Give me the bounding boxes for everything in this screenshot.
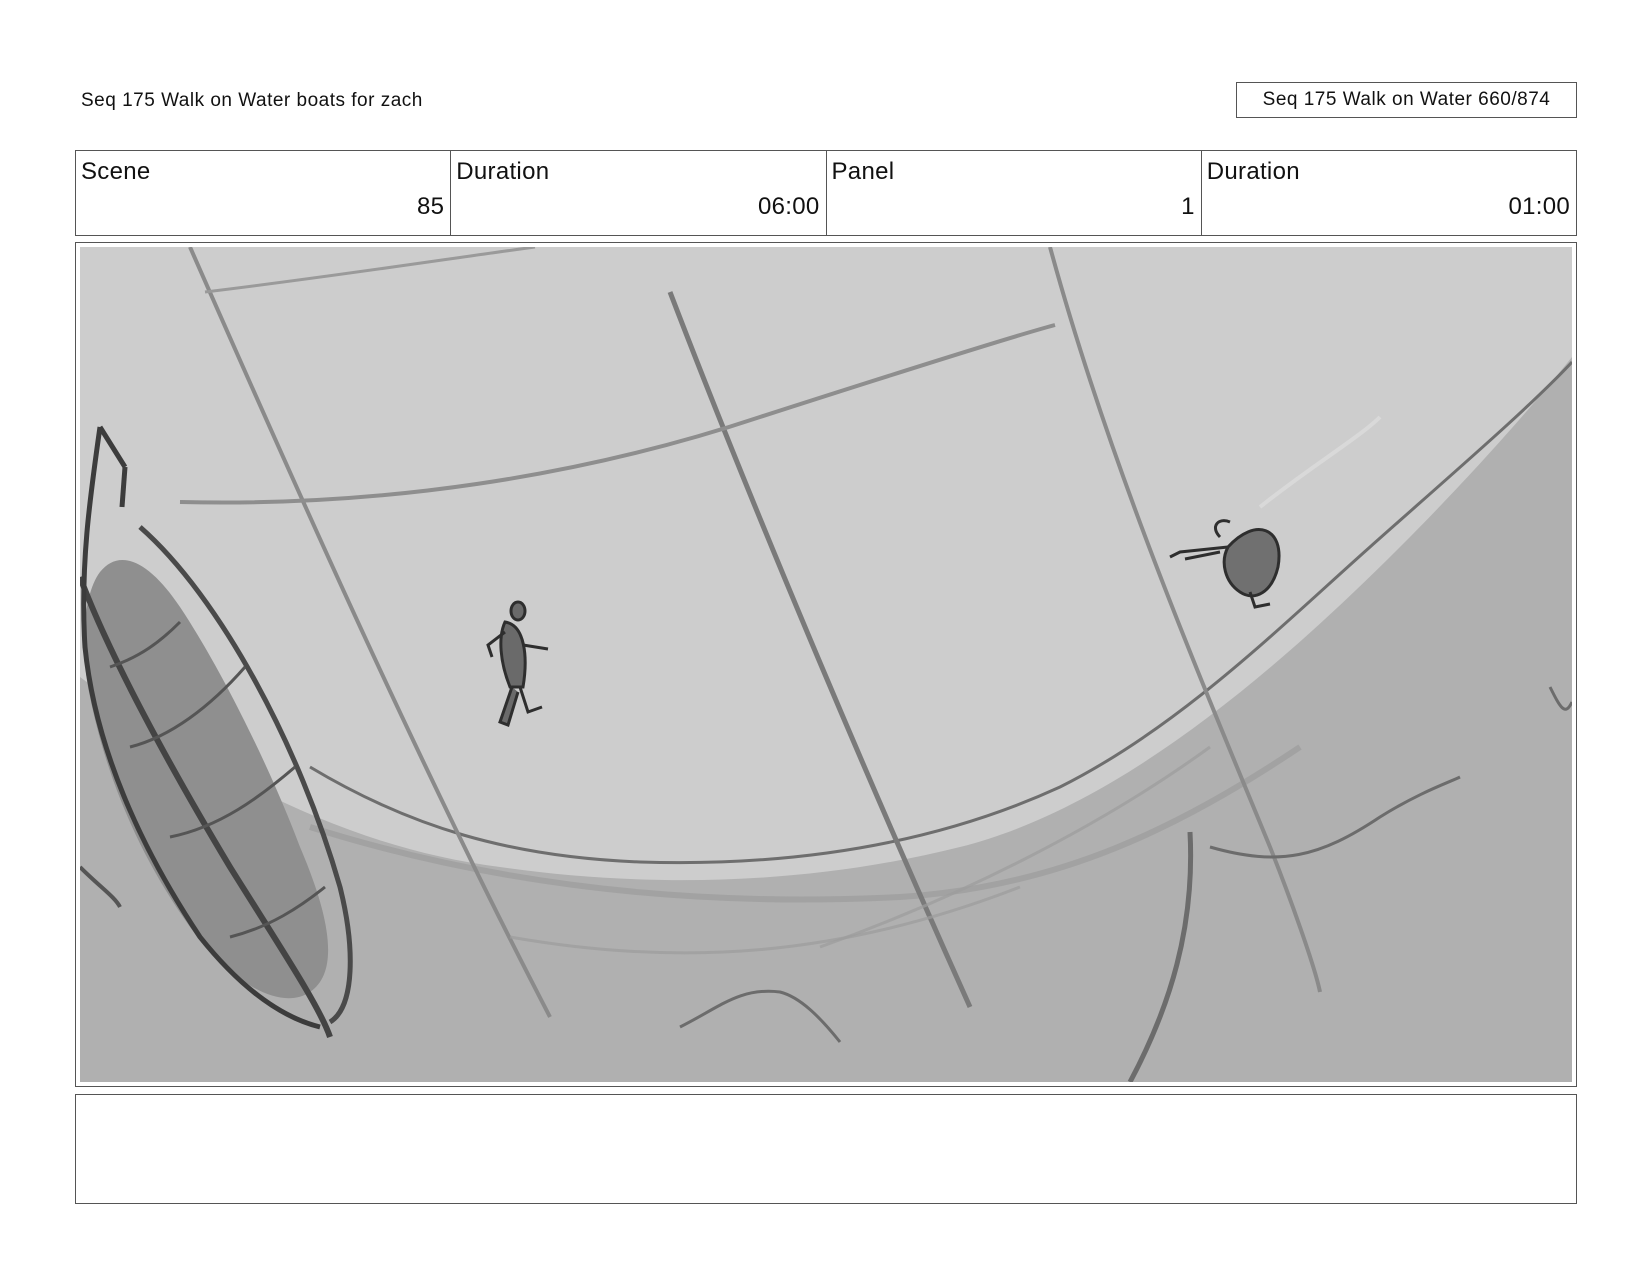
panel-duration-label: Duration <box>1206 158 1300 185</box>
panel-notes-box <box>75 1094 1577 1204</box>
page-counter: Seq 175 Walk on Water 660/874 <box>1236 82 1577 118</box>
scene-duration-value: 06:00 <box>757 193 820 220</box>
panel-duration-cell: Duration 01:00 <box>1202 151 1576 235</box>
scene-duration-cell: Duration 06:00 <box>451 151 827 235</box>
panel-duration-value: 01:00 <box>1508 193 1570 220</box>
panel-cell: Panel 1 <box>827 151 1202 235</box>
sequence-title: Seq 175 Walk on Water boats for zach <box>81 90 423 111</box>
scene-cell: Scene 85 <box>76 151 452 235</box>
scene-label: Scene <box>81 158 151 185</box>
scene-info-table: Scene 85 Duration 06:00 Panel 1 Duration… <box>75 150 1577 236</box>
panel-value: 1 <box>1181 193 1195 220</box>
storyboard-panel-frame <box>75 242 1577 1087</box>
scene-value: 85 <box>416 193 445 220</box>
sketch-boat-hull <box>119 466 128 508</box>
panel-label: Panel <box>831 158 895 185</box>
storyboard-sketch <box>80 247 1572 1082</box>
scene-duration-label: Duration <box>456 158 550 185</box>
